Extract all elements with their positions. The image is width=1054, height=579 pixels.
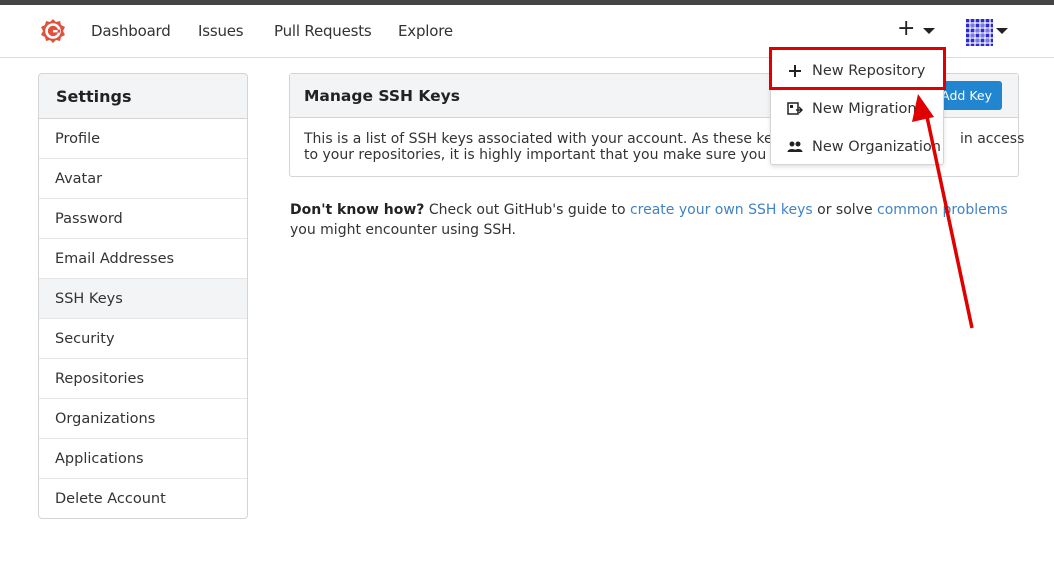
organization-icon [787,141,803,152]
menu-item-new-migration[interactable]: New Migration [771,90,945,128]
help-text-1: Check out GitHub's guide to [424,202,630,218]
menu-item-label: New Migration [812,101,917,117]
sidebar-item-avatar[interactable]: Avatar [39,159,247,199]
description-line-1-tail: in access [960,131,1025,147]
create-menu-caret-icon[interactable] [923,28,935,34]
nav-explore[interactable]: Explore [398,22,453,40]
sidebar-item-password[interactable]: Password [39,199,247,239]
help-text-2: or solve [812,202,878,218]
avatar-caret-icon[interactable] [996,28,1008,34]
sidebar-item-delete-account[interactable]: Delete Account [39,479,247,518]
highlight-box [769,47,946,90]
common-problems-link[interactable]: common problems [877,202,1008,218]
ssh-help-text: Don't know how? Check out GitHub's guide… [290,200,1025,240]
user-avatar[interactable] [966,19,993,46]
sidebar-item-profile[interactable]: Profile [39,119,247,159]
create-ssh-keys-link[interactable]: create your own SSH keys [630,202,813,218]
description-line-1: This is a list of SSH keys associated wi… [304,131,818,147]
migration-icon [787,102,803,115]
menu-item-new-organization[interactable]: New Organization [771,128,945,166]
sidebar-title: Settings [39,74,247,119]
sidebar-item-ssh-keys[interactable]: SSH Keys [39,279,247,319]
help-text-3: you might encounter using SSH. [290,222,516,238]
create-menu-button[interactable]: + [897,16,915,42]
nav-pull-requests[interactable]: Pull Requests [274,22,372,40]
nav-issues[interactable]: Issues [198,22,244,40]
sidebar-item-email-addresses[interactable]: Email Addresses [39,239,247,279]
add-key-button[interactable]: Add Key [938,81,1002,110]
nav-dashboard[interactable]: Dashboard [91,22,171,40]
menu-item-label: New Organization [812,139,941,155]
sidebar-item-repositories[interactable]: Repositories [39,359,247,399]
description-line-2: to your repositories, it is highly impor… [304,147,819,163]
sidebar-item-organizations[interactable]: Organizations [39,399,247,439]
sidebar-item-security[interactable]: Security [39,319,247,359]
help-bold: Don't know how? [290,202,425,218]
settings-sidebar: Settings Profile Avatar Password Email A… [38,73,248,519]
gitea-logo-icon[interactable] [40,18,66,44]
sidebar-item-applications[interactable]: Applications [39,439,247,479]
